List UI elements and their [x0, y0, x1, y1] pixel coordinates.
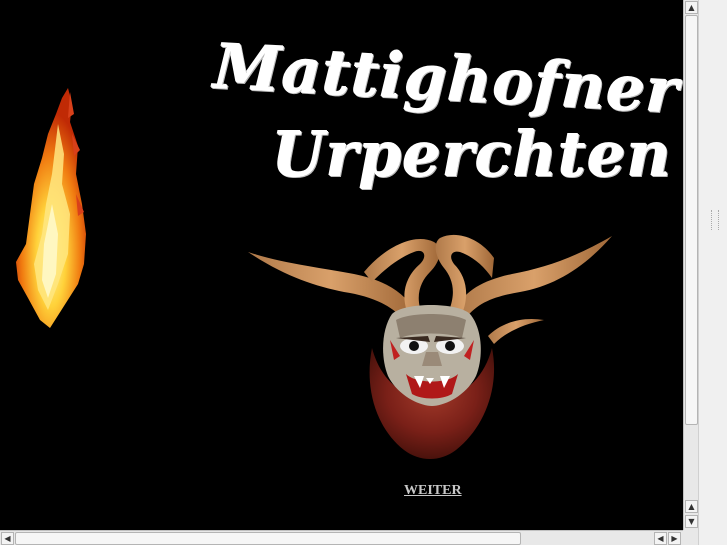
left-arrow-icon[interactable]: ◀ [654, 532, 667, 545]
horizontal-scrollbar[interactable]: ◀ ◀ ▶ [0, 530, 683, 545]
side-panel-edge[interactable] [698, 0, 727, 545]
page-title-line-1: Mattighofner [212, 30, 682, 128]
scrollbar-corner [683, 530, 698, 545]
resize-grip-icon[interactable] [711, 210, 719, 230]
vertical-scrollbar[interactable]: ▲ ▲ ▼ [683, 0, 698, 530]
down-arrow-icon[interactable]: ▼ [685, 515, 698, 528]
page-content: Mattighofner Urperchten WEITER [0, 0, 683, 530]
left-arrow-icon[interactable]: ◀ [1, 532, 14, 545]
page-title-line-2: Urperchten [272, 118, 673, 191]
vertical-scroll-thumb[interactable] [685, 15, 698, 425]
up-arrow-icon[interactable]: ▲ [685, 500, 698, 513]
weiter-link[interactable]: WEITER [404, 483, 462, 499]
up-arrow-icon[interactable]: ▲ [685, 1, 698, 14]
flame-image [12, 84, 90, 330]
right-arrow-icon[interactable]: ▶ [668, 532, 681, 545]
krampus-mask-image [244, 228, 616, 464]
horizontal-scroll-thumb[interactable] [15, 532, 521, 545]
